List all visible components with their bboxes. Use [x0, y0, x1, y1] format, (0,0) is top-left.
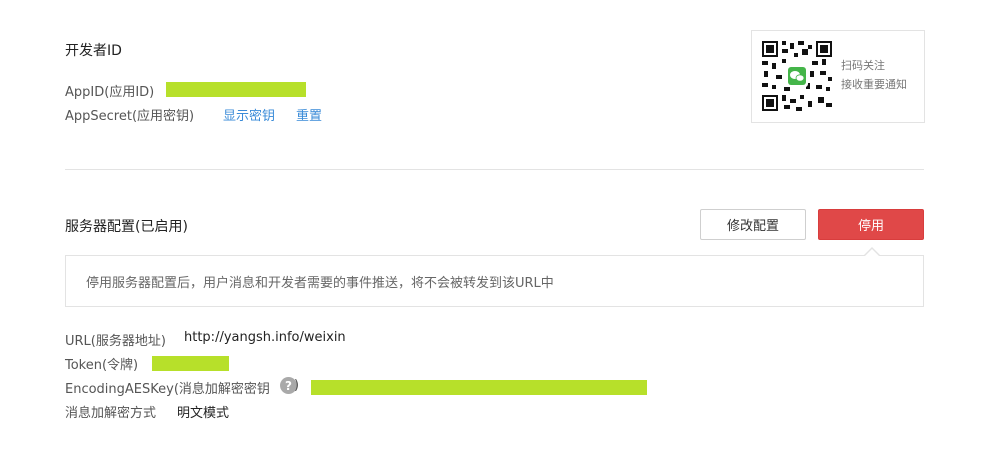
token-redacted-value: [152, 356, 229, 371]
disable-notice-text: 停用服务器配置后，用户消息和开发者需要的事件推送，将不会被转发到该URL中: [86, 276, 554, 291]
url-value: http://yangsh.info/weixin: [184, 330, 346, 345]
aeskey-label-close: ): [294, 378, 300, 393]
developer-id-title: 开发者ID: [65, 43, 122, 59]
disable-notice-popover: 停用服务器配置后，用户消息和开发者需要的事件推送，将不会被转发到该URL中: [65, 255, 924, 307]
section-divider: [65, 169, 924, 170]
qr-text-line2: 接收重要通知: [841, 78, 907, 91]
show-secret-link[interactable]: 显示密钥: [223, 105, 275, 124]
appid-redacted-value: [166, 82, 306, 97]
token-label: Token(令牌): [65, 358, 139, 373]
url-label: URL(服务器地址): [65, 334, 166, 349]
aeskey-redacted-value: [311, 380, 647, 395]
appsecret-label: AppSecret(应用密钥): [65, 109, 195, 124]
reset-secret-link[interactable]: 重置: [296, 105, 322, 124]
appid-label: AppID(应用ID): [65, 85, 155, 100]
aeskey-label: EncodingAESKey(消息加解密密钥: [65, 382, 270, 397]
encryption-mode-value: 明文模式: [177, 406, 230, 421]
qr-code-icon: [762, 41, 832, 111]
qr-text-line1: 扫码关注: [841, 59, 885, 72]
encryption-mode-label: 消息加解密方式: [65, 406, 157, 421]
modify-config-button[interactable]: 修改配置: [700, 209, 806, 240]
disable-button[interactable]: 停用: [818, 209, 924, 240]
server-config-title: 服务器配置(已启用): [65, 219, 188, 235]
qr-notice-box: 扫码关注 接收重要通知: [751, 30, 925, 123]
popover-caret-inner: [865, 249, 879, 256]
